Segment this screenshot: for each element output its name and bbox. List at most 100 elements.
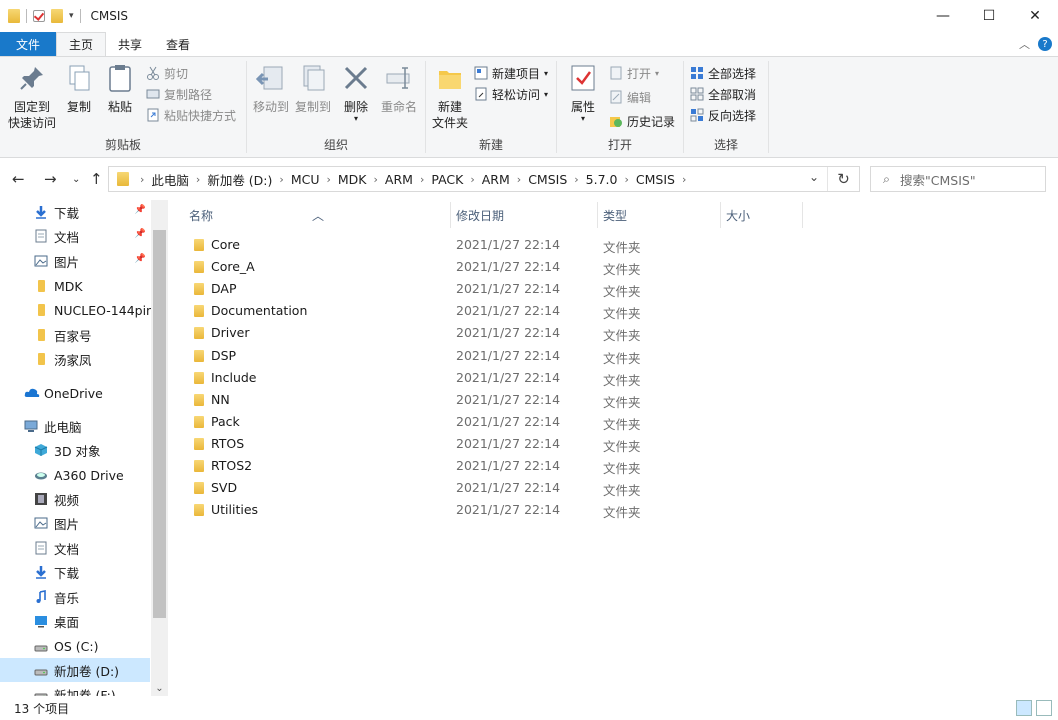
recent-locations-chevron-icon[interactable]: ⌄ <box>72 174 80 185</box>
table-row[interactable]: Driver 2021/1/27 22:14 文件夹 <box>170 322 810 344</box>
tab-file[interactable]: 文件 <box>0 32 57 56</box>
breadcrumb-item[interactable]: PACK <box>431 172 463 187</box>
select-none-button[interactable]: 全部取消 <box>690 84 756 104</box>
sidebar-item[interactable]: 下载 <box>0 560 150 584</box>
breadcrumb-item[interactable]: CMSIS <box>636 172 675 187</box>
details-view-icon[interactable] <box>1016 700 1032 716</box>
sidebar-item[interactable]: 下载 📌 <box>0 200 150 224</box>
chevron-right-icon[interactable]: › <box>574 173 578 186</box>
breadcrumb-item[interactable]: ARM <box>482 172 510 187</box>
paste-shortcut-button[interactable]: 粘贴快捷方式 <box>146 105 236 125</box>
sidebar-item[interactable]: 文档 <box>0 536 150 560</box>
sidebar-item[interactable]: A360 Drive <box>0 463 150 487</box>
search-box[interactable]: ⌕ 搜索"CMSIS" <box>870 166 1046 192</box>
tab-home[interactable]: 主页 <box>56 32 107 56</box>
breadcrumb-item[interactable]: MCU <box>291 172 320 187</box>
properties-button[interactable]: 属性 ▾ <box>567 63 599 123</box>
chevron-right-icon[interactable]: › <box>624 173 628 186</box>
back-arrow-icon[interactable]: ← <box>12 170 25 188</box>
open-button[interactable]: 打开 ▾ <box>609 63 659 83</box>
table-row[interactable]: Utilities 2021/1/27 22:14 文件夹 <box>170 499 810 521</box>
table-row[interactable]: NN 2021/1/27 22:14 文件夹 <box>170 389 810 411</box>
chevron-right-icon[interactable]: › <box>682 173 686 186</box>
copy-to-button[interactable]: 复制到 <box>293 63 333 115</box>
sidebar-item[interactable]: MDK <box>0 274 150 298</box>
invert-selection-button[interactable]: 反向选择 <box>690 105 756 125</box>
chevron-right-icon[interactable]: › <box>420 173 424 186</box>
sidebar-item[interactable]: 图片 <box>0 511 150 535</box>
sidebar-item[interactable]: 文档 📌 <box>0 224 150 248</box>
sidebar-scrollbar[interactable]: ⌄ <box>151 200 168 696</box>
easy-access-button[interactable]: 轻松访问 ▾ <box>474 84 548 104</box>
column-header-type[interactable]: 类型 <box>603 207 627 224</box>
table-row[interactable]: Core 2021/1/27 22:14 文件夹 <box>170 234 810 256</box>
paste-button[interactable]: 粘贴 <box>103 63 137 115</box>
tab-view[interactable]: 查看 <box>154 32 202 56</box>
breadcrumb-item[interactable]: 新加卷 (D:) <box>207 170 272 189</box>
chevron-right-icon[interactable]: › <box>140 173 144 186</box>
pin-quick-access-button[interactable]: 固定到 快速访问 <box>6 63 58 131</box>
collapse-ribbon-icon[interactable]: ︿ <box>1019 36 1030 52</box>
chevron-right-icon[interactable]: › <box>517 173 521 186</box>
select-all-button[interactable]: 全部选择 <box>690 63 756 83</box>
chevron-right-icon[interactable]: › <box>279 173 283 186</box>
search-input[interactable]: 搜索"CMSIS" <box>900 170 976 189</box>
close-button[interactable]: ✕ <box>1012 0 1058 32</box>
copy-button[interactable]: 复制 <box>62 63 96 115</box>
table-row[interactable]: Core_A 2021/1/27 22:14 文件夹 <box>170 256 810 278</box>
breadcrumb-item[interactable]: ARM <box>385 172 413 187</box>
chevron-down-icon[interactable]: ⌄ <box>809 170 819 184</box>
copy-path-button[interactable]: 复制路径 <box>146 84 212 104</box>
sidebar-item[interactable]: 图片 📌 <box>0 249 150 273</box>
up-arrow-icon[interactable]: ↑ <box>90 170 103 188</box>
tab-share[interactable]: 共享 <box>106 32 154 56</box>
sidebar-item[interactable]: 3D 对象 <box>0 438 150 462</box>
history-button[interactable]: 历史记录 <box>609 111 675 131</box>
table-row[interactable]: RTOS2 2021/1/27 22:14 文件夹 <box>170 455 810 477</box>
sidebar-item[interactable]: 百家号 <box>0 323 150 347</box>
sidebar-item[interactable]: NUCLEO-144pin <box>0 298 154 322</box>
table-row[interactable]: DSP 2021/1/27 22:14 文件夹 <box>170 345 810 367</box>
refresh-icon[interactable]: ↻ <box>827 167 859 191</box>
move-to-button[interactable]: 移动到 <box>251 63 291 115</box>
sidebar-item[interactable]: 汤家凤 <box>0 347 150 371</box>
help-icon[interactable]: ? <box>1038 37 1052 51</box>
column-header-date[interactable]: 修改日期 <box>456 207 504 224</box>
chevron-down-icon[interactable]: ▾ <box>69 11 74 21</box>
properties-icon[interactable] <box>33 10 45 22</box>
chevron-right-icon[interactable]: › <box>374 173 378 186</box>
sidebar-item[interactable]: OS (C:) <box>0 634 150 658</box>
scrollbar-thumb[interactable] <box>153 230 166 618</box>
table-row[interactable]: SVD 2021/1/27 22:14 文件夹 <box>170 477 810 499</box>
chevron-down-icon[interactable]: ⌄ <box>151 683 168 694</box>
sidebar-item[interactable]: 新加卷 (F:) <box>0 682 150 696</box>
new-item-button[interactable]: 新建项目 ▾ <box>474 63 548 83</box>
chevron-right-icon[interactable]: › <box>196 173 200 186</box>
column-header-name[interactable]: 名称 <box>189 207 213 224</box>
breadcrumb-item[interactable]: 5.7.0 <box>586 172 618 187</box>
rename-button[interactable]: 重命名 <box>377 63 421 115</box>
edit-button[interactable]: 编辑 <box>609 87 651 107</box>
chevron-right-icon[interactable]: › <box>470 173 474 186</box>
maximize-button[interactable]: ☐ <box>966 0 1012 32</box>
address-bar[interactable]: › 此电脑 › 新加卷 (D:) › MCU › MDK › ARM › PACK › ARM › CMSI… <box>108 166 860 192</box>
table-row[interactable]: DAP 2021/1/27 22:14 文件夹 <box>170 278 810 300</box>
sidebar-item[interactable]: 新加卷 (D:) <box>0 658 150 682</box>
sidebar-item[interactable]: 桌面 <box>0 609 150 633</box>
new-folder-button[interactable]: 新建 文件夹 <box>430 63 470 131</box>
cut-button[interactable]: 剪切 <box>146 63 188 83</box>
table-row[interactable]: Include 2021/1/27 22:14 文件夹 <box>170 367 810 389</box>
breadcrumb-item[interactable]: CMSIS <box>528 172 567 187</box>
table-row[interactable]: Pack 2021/1/27 22:14 文件夹 <box>170 411 810 433</box>
large-icons-view-icon[interactable] <box>1036 700 1052 716</box>
sidebar-item[interactable]: 音乐 <box>0 585 150 609</box>
table-row[interactable]: Documentation 2021/1/27 22:14 文件夹 <box>170 300 810 322</box>
chevron-right-icon[interactable]: › <box>326 173 330 186</box>
minimize-button[interactable]: — <box>920 0 966 32</box>
sidebar-item[interactable]: OneDrive <box>0 381 150 405</box>
column-header-size[interactable]: 大小 <box>726 207 750 224</box>
forward-arrow-icon[interactable]: → <box>44 170 57 188</box>
table-row[interactable]: RTOS 2021/1/27 22:14 文件夹 <box>170 433 810 455</box>
breadcrumb-item[interactable]: MDK <box>338 172 367 187</box>
sidebar-item[interactable]: 此电脑 <box>0 414 150 438</box>
